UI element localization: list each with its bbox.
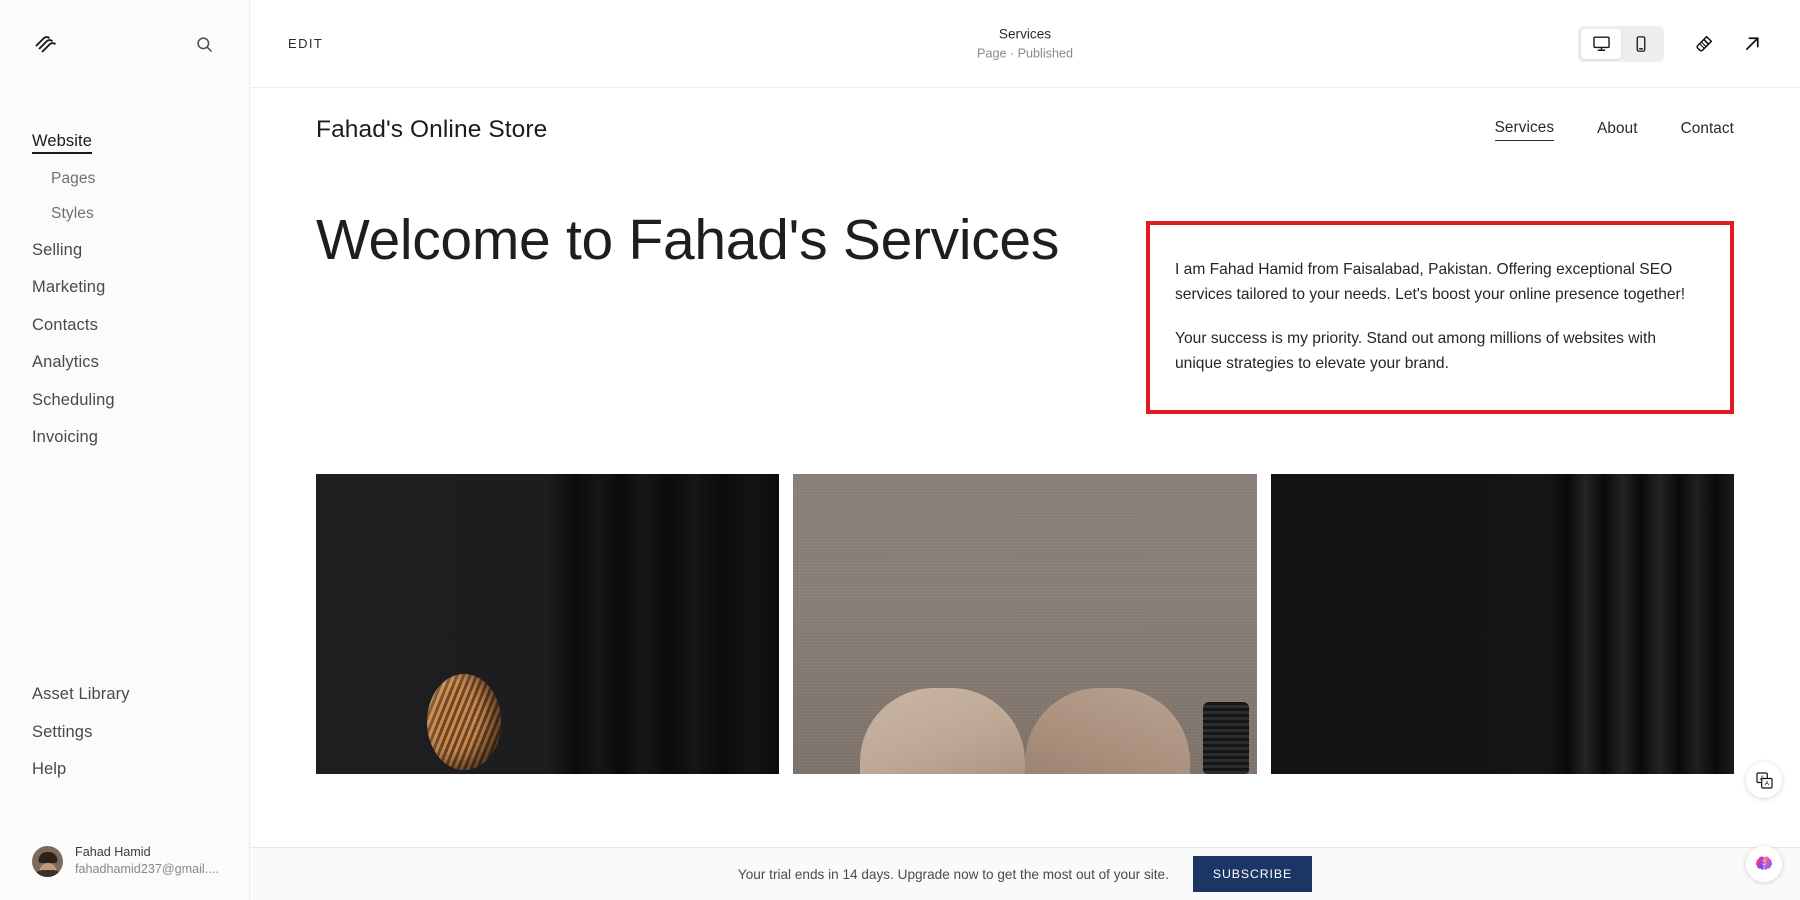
image-gallery [250,414,1800,774]
top-toolbar: EDIT Services Page · Published [250,0,1800,88]
sidebar-item-contacts[interactable]: Contacts [32,306,98,344]
external-link-icon[interactable] [1730,24,1774,64]
site-brand[interactable]: Fahad's Online Store [316,116,547,144]
squarespace-logo-icon[interactable] [32,27,62,61]
gallery-image-beige-wall-with-tan-armchair[interactable] [793,473,1257,774]
toolbar-actions [1578,24,1774,64]
device-toggle-group [1578,25,1664,62]
user-name: Fahad Hamid [75,845,151,859]
subscribe-button[interactable]: SUBSCRIBE [1192,856,1313,892]
paintbrush-icon[interactable] [1682,24,1726,64]
page-status: Page · Published [977,46,1073,61]
sidebar-item-invoicing[interactable]: Invoicing [32,419,98,457]
sidebar-item-scheduling[interactable]: Scheduling [32,381,115,419]
avatar [32,845,63,877]
squarespace-admin-window: Website Pages Styles Selling Marketing C… [0,0,1800,900]
page-title: Services [998,25,1052,41]
page-info: Services Page · Published [977,25,1073,62]
main-area: EDIT Services Page · Published Fahad's O… [250,0,1800,900]
gallery-image-dark-slatted-panel[interactable] [1270,473,1734,774]
sidebar-primary-nav: Website Pages Styles Selling Marketing C… [0,122,249,456]
hero-left: Welcome to Fahad's Services [316,208,1116,273]
sidebar-item-selling[interactable]: Selling [32,231,82,269]
user-email: fahadhamid237@gmail.... [75,862,219,876]
site-nav-about[interactable]: About [1597,120,1637,141]
armchair-decor [859,678,1190,774]
search-icon[interactable] [187,27,221,61]
sidebar-item-styles[interactable]: Styles [51,196,94,231]
user-meta: Fahad Hamid fahadhamid237@gmail.... [75,844,219,878]
translate-icon[interactable]: A A [1746,762,1782,798]
gallery-image-dark-room-with-copper-sphere[interactable] [316,473,780,774]
user-account-button[interactable]: Fahad Hamid fahadhamid237@gmail.... [0,830,250,900]
copper-sphere-decor [427,673,502,770]
desktop-icon[interactable] [1581,28,1621,59]
site-preview: Fahad's Online Store Services About Cont… [250,88,1800,900]
trial-text: Your trial ends in 14 days. Upgrade now … [737,866,1169,882]
edit-button[interactable]: EDIT [288,36,323,51]
sidebar-item-settings[interactable]: Settings [32,713,92,751]
hero-section: Welcome to Fahad's Services I am Fahad H… [250,144,1800,414]
sidebar-item-help[interactable]: Help [32,751,66,789]
svg-text:A: A [1764,780,1769,787]
hero-right: I am Fahad Hamid from Faisalabad, Pakist… [1146,208,1734,414]
hero-title: Welcome to Fahad's Services [316,208,1060,272]
callout-paragraph-2: Your success is my priority. Stand out a… [1175,330,1657,372]
site-nav: Services About Contact [1494,119,1734,141]
mobile-icon[interactable] [1621,29,1661,59]
sidebar-item-marketing[interactable]: Marketing [32,269,105,307]
trial-banner: Your trial ends in 14 days. Upgrade now … [250,847,1800,900]
site-header: Fahad's Online Store Services About Cont… [250,88,1800,144]
sidebar-item-website[interactable]: Website [32,122,93,154]
vase-decor [1202,701,1249,774]
sidebar-item-asset-library[interactable]: Asset Library [32,676,130,714]
site-nav-contact[interactable]: Contact [1681,120,1734,141]
ai-brain-icon[interactable] [1746,846,1782,882]
sidebar-secondary-nav: Asset Library Settings Help [32,676,130,789]
callout-paragraph-1: I am Fahad Hamid from Faisalabad, Pakist… [1175,261,1686,303]
site-nav-services[interactable]: Services [1494,119,1555,141]
sidebar-item-pages[interactable]: Pages [51,161,95,196]
sidebar-header [0,0,249,88]
highlighted-text-block[interactable]: I am Fahad Hamid from Faisalabad, Pakist… [1146,221,1734,414]
sidebar: Website Pages Styles Selling Marketing C… [0,0,250,900]
sidebar-item-analytics[interactable]: Analytics [32,344,99,382]
